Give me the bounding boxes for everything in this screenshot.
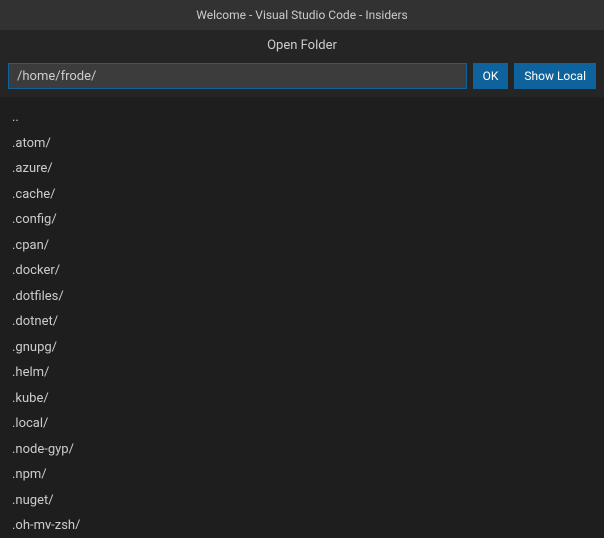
list-item[interactable]: .helm/: [12, 360, 604, 386]
list-item[interactable]: .kube/: [12, 386, 604, 412]
list-item[interactable]: .atom/: [12, 131, 604, 157]
list-item[interactable]: .dotnet/: [12, 309, 604, 335]
list-item[interactable]: .npm/: [12, 462, 604, 488]
file-list[interactable]: ...atom/.azure/.cache/.config/.cpan/.doc…: [0, 97, 604, 529]
list-item[interactable]: ..: [12, 105, 604, 131]
list-item[interactable]: .config/: [12, 207, 604, 233]
dialog-body: OK Show Local: [0, 63, 604, 97]
list-item[interactable]: .gnupg/: [12, 335, 604, 361]
list-item[interactable]: .cache/: [12, 182, 604, 208]
list-item[interactable]: .dotfiles/: [12, 284, 604, 310]
ok-button[interactable]: OK: [473, 63, 509, 89]
title-bar: Welcome - Visual Studio Code - Insiders: [0, 0, 604, 30]
dialog-container: Open Folder OK Show Local: [0, 30, 604, 97]
list-item[interactable]: .local/: [12, 411, 604, 437]
input-row: OK Show Local: [8, 63, 596, 89]
list-item[interactable]: .cpan/: [12, 233, 604, 259]
show-local-button[interactable]: Show Local: [514, 63, 596, 89]
list-item[interactable]: .azure/: [12, 156, 604, 182]
window-title: Welcome - Visual Studio Code - Insiders: [196, 8, 407, 22]
list-item[interactable]: .docker/: [12, 258, 604, 284]
list-item[interactable]: .oh-my-zsh/: [12, 513, 604, 529]
path-input[interactable]: [8, 63, 467, 89]
list-item[interactable]: .nuget/: [12, 488, 604, 514]
list-item[interactable]: .node-gyp/: [12, 437, 604, 463]
dialog-title: Open Folder: [0, 30, 604, 63]
